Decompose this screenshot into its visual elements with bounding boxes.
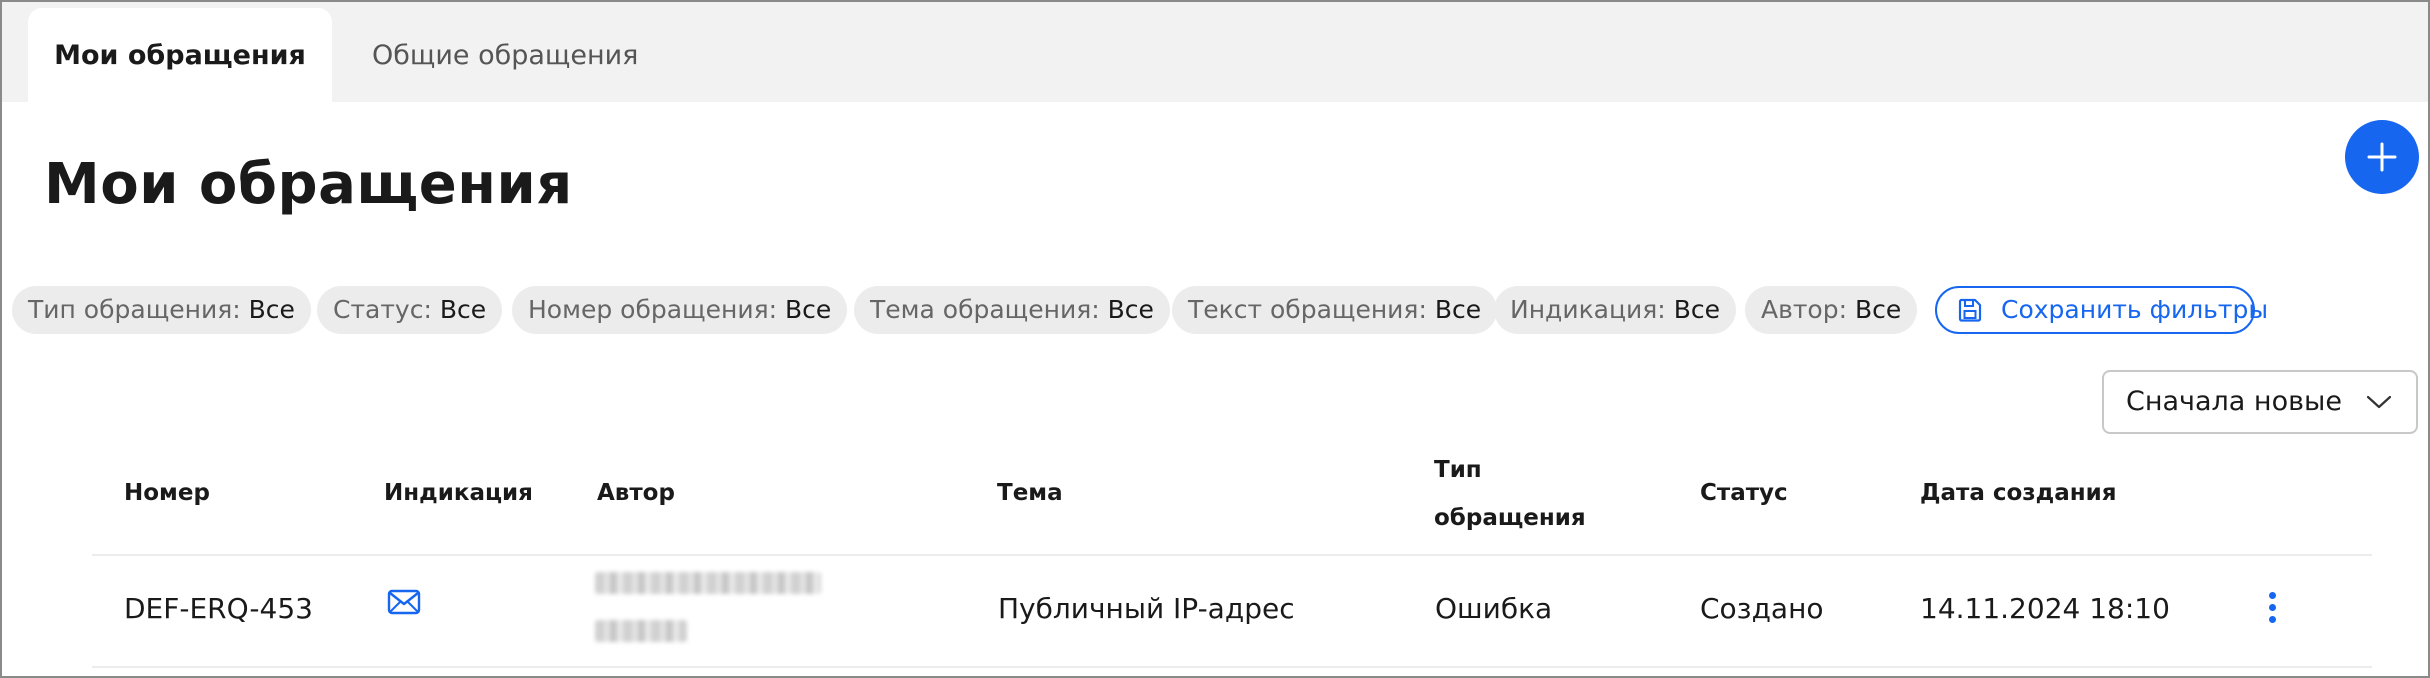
envelope-icon	[387, 589, 421, 615]
kebab-dot	[2268, 604, 2276, 611]
app-window: Мои обращения Общие обращения Мои обраще…	[0, 0, 2430, 678]
tab-shared-requests[interactable]: Общие обращения	[332, 8, 678, 104]
filter-chip-type[interactable]: Тип обращения: Все	[12, 286, 311, 334]
filter-chip-label: Текст обращения:	[1188, 295, 1427, 324]
column-header-type-line1: Тип	[1434, 457, 1482, 483]
filter-chip-label: Статус:	[333, 295, 432, 324]
column-header-author: Автор	[597, 480, 675, 506]
create-request-button[interactable]	[2345, 120, 2419, 194]
column-header-topic: Тема	[997, 480, 1063, 506]
column-header-created: Дата создания	[1920, 480, 2117, 506]
filter-chip-value: Все	[248, 295, 295, 324]
column-header-status: Статус	[1700, 480, 1788, 506]
column-header-type-line2: обращения	[1434, 505, 1586, 531]
kebab-dot	[2268, 616, 2276, 623]
filter-chip-topic[interactable]: Тема обращения: Все	[854, 286, 1170, 334]
filter-chip-number[interactable]: Номер обращения: Все	[512, 286, 848, 334]
filter-chip-value: Все	[1434, 295, 1482, 324]
filter-chip-value: Все	[1854, 295, 1902, 324]
filter-chip-value: Все	[439, 295, 487, 324]
tab-my-requests[interactable]: Мои обращения	[28, 8, 332, 104]
cell-status: Создано	[1700, 592, 1824, 625]
column-header-type: Тип обращения	[1434, 446, 1586, 542]
save-disk-icon	[1958, 298, 1982, 322]
page-title: Мои обращения	[44, 152, 573, 217]
column-header-indication: Индикация	[384, 480, 533, 506]
filter-chip-value: Все	[1107, 295, 1154, 324]
filter-chip-label: Индикация:	[1510, 295, 1666, 324]
filter-chip-value: Все	[1673, 295, 1720, 324]
filter-chip-text[interactable]: Текст обращения: Все	[1172, 286, 1498, 334]
sort-select-value: Сначала новые	[2126, 386, 2342, 417]
save-filters-button[interactable]: Сохранить фильтры	[1935, 286, 2268, 334]
sort-select[interactable]: Сначала новые	[2102, 370, 2418, 434]
cell-topic: Публичный IP-адрес	[998, 592, 1295, 625]
cell-number: DEF-ERQ-453	[124, 592, 313, 625]
filter-chip-label: Автор:	[1761, 295, 1847, 324]
table-header-divider	[92, 554, 2372, 556]
save-filters-label: Сохранить фильтры	[2001, 295, 2269, 324]
filter-chip-label: Тип обращения:	[28, 295, 241, 324]
filter-chip-status[interactable]: Статус: Все	[317, 286, 503, 334]
cell-type: Ошибка	[1435, 592, 1553, 625]
tab-bar: Мои обращения Общие обращения	[2, 2, 2428, 104]
author-name-redacted	[595, 572, 821, 594]
table-row-divider	[92, 666, 2372, 668]
filter-chip-label: Тема обращения:	[870, 295, 1100, 324]
kebab-dot	[2268, 592, 2276, 599]
chevron-down-icon	[2366, 395, 2392, 409]
row-actions-button[interactable]	[2264, 592, 2280, 628]
filter-chip-author[interactable]: Автор: Все	[1745, 286, 1918, 334]
filter-chip-indication[interactable]: Индикация: Все	[1494, 286, 1736, 334]
plus-icon	[2367, 142, 2397, 172]
cell-created: 14.11.2024 18:10	[1920, 592, 2170, 625]
author-name-redacted-line2	[595, 620, 687, 642]
column-header-number: Номер	[124, 480, 210, 506]
filter-chip-value: Все	[785, 295, 832, 324]
filter-chip-label: Номер обращения:	[528, 295, 778, 324]
